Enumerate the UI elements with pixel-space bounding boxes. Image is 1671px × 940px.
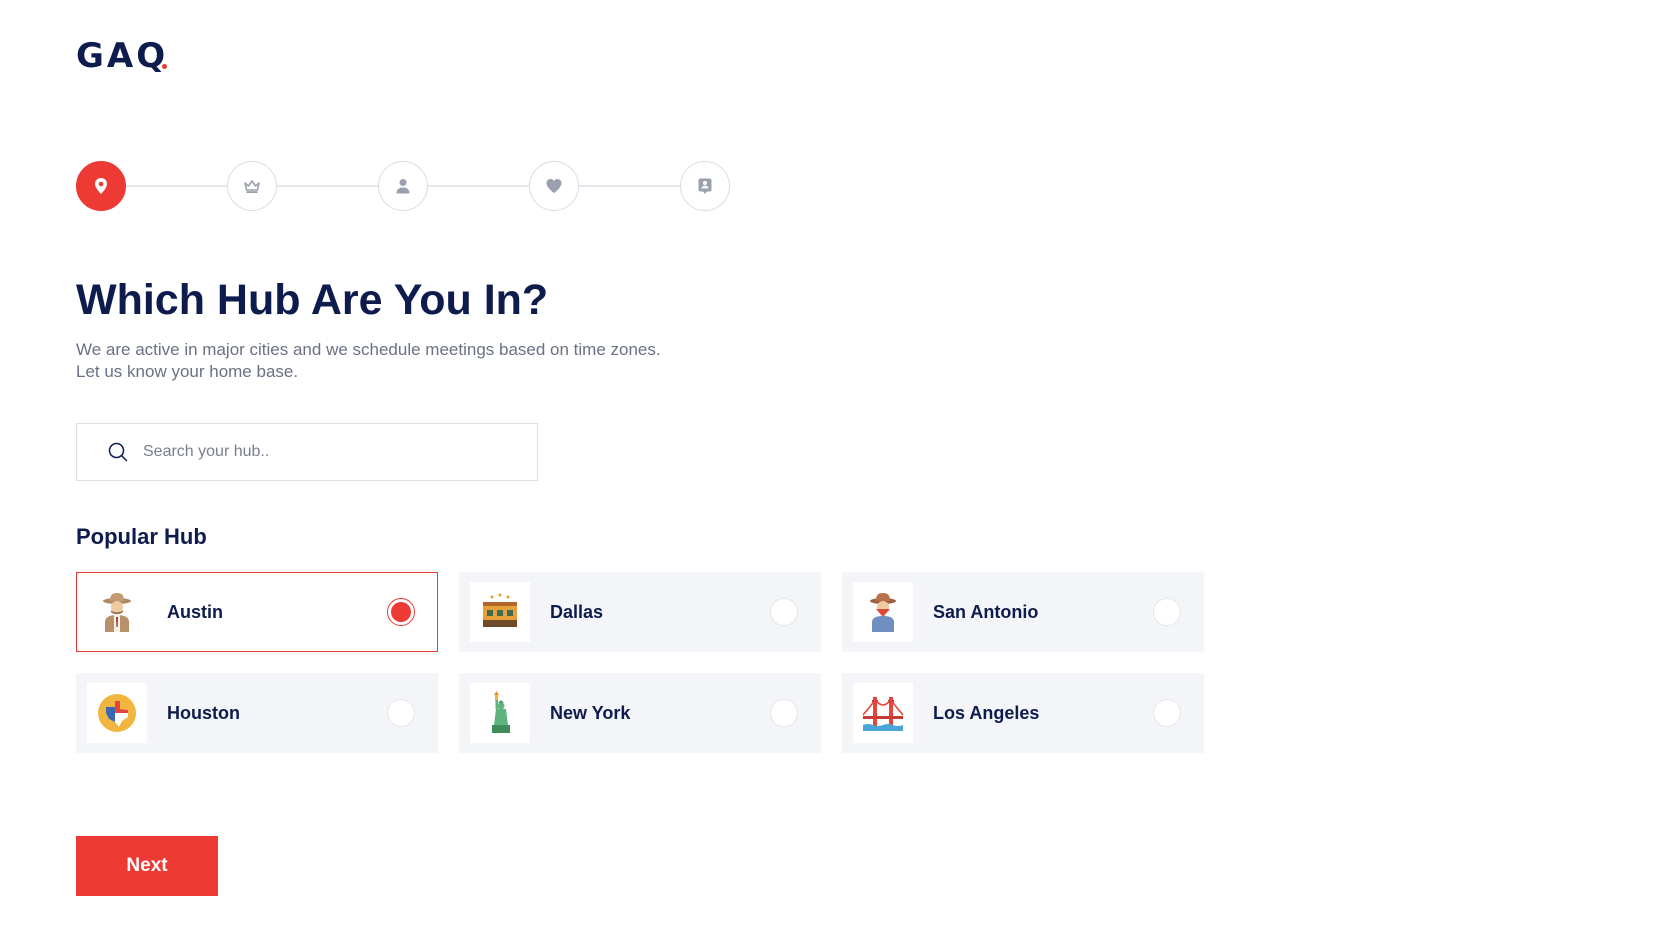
hub-name: Houston: [167, 702, 240, 723]
popular-hub-heading: Popular Hub: [76, 524, 207, 549]
texas-map-icon: [98, 694, 136, 732]
hub-radio[interactable]: [1153, 699, 1181, 727]
hub-thumbnail: [470, 683, 530, 743]
hub-name: Los Angeles: [933, 702, 1040, 723]
hub-search-input[interactable]: [141, 442, 525, 462]
hub-thumbnail: [87, 582, 147, 642]
page-subtitle: We are active in major cities and we sch…: [76, 339, 716, 383]
page-title: Which Hub Are You In?: [76, 276, 549, 324]
hub-thumbnail: [470, 582, 530, 642]
hub-thumbnail: [87, 683, 147, 743]
hub-card-los-angeles[interactable]: Los Angeles: [842, 673, 1204, 753]
hub-radio[interactable]: [770, 699, 798, 727]
hub-search-box[interactable]: [76, 423, 538, 481]
popular-hub-grid: Austin Dallas San Antonio Houston New Yo…: [76, 572, 1204, 753]
location-pin-icon: [95, 178, 107, 194]
hub-name: Austin: [167, 601, 223, 622]
hub-card-dallas[interactable]: Dallas: [459, 572, 821, 652]
subtitle-line: Let us know your home base.: [76, 362, 299, 381]
logo[interactable]: GAQ: [76, 36, 173, 76]
step-interests[interactable]: [529, 161, 579, 211]
onboarding-stepper: [76, 161, 732, 211]
hub-card-houston[interactable]: Houston: [76, 673, 438, 753]
hub-card-austin[interactable]: Austin: [76, 572, 438, 652]
hub-thumbnail: [853, 582, 913, 642]
hub-radio[interactable]: [770, 598, 798, 626]
hub-card-new-york[interactable]: New York: [459, 673, 821, 753]
step-membership[interactable]: [227, 161, 277, 211]
hub-radio[interactable]: [387, 699, 415, 727]
cowboy-icon: [103, 593, 131, 632]
subtitle-line: We are active in major cities and we sch…: [76, 340, 661, 359]
building-icon: [483, 593, 517, 627]
hub-name: San Antonio: [933, 601, 1039, 622]
next-button[interactable]: Next: [76, 836, 218, 896]
user-icon: [396, 179, 410, 194]
hub-radio[interactable]: [1153, 598, 1181, 626]
hub-radio[interactable]: [387, 598, 415, 626]
search-icon: [108, 442, 128, 462]
crown-icon: [244, 180, 260, 193]
statue-of-liberty-icon: [492, 691, 510, 733]
hub-thumbnail: [853, 683, 913, 743]
contact-card-icon: [698, 178, 712, 194]
step-profile[interactable]: [378, 161, 428, 211]
golden-gate-bridge-icon: [862, 696, 904, 731]
heart-icon: [546, 179, 562, 193]
hub-name: Dallas: [550, 601, 604, 622]
step-contact[interactable]: [680, 161, 730, 211]
cowboy-bandana-icon: [870, 593, 896, 632]
hub-selection-page: GAQ Which Hub Are You In? We are active …: [0, 0, 1671, 940]
hub-name: New York: [550, 702, 631, 723]
hub-card-san-antonio[interactable]: San Antonio: [842, 572, 1204, 652]
step-location[interactable]: [76, 161, 126, 211]
